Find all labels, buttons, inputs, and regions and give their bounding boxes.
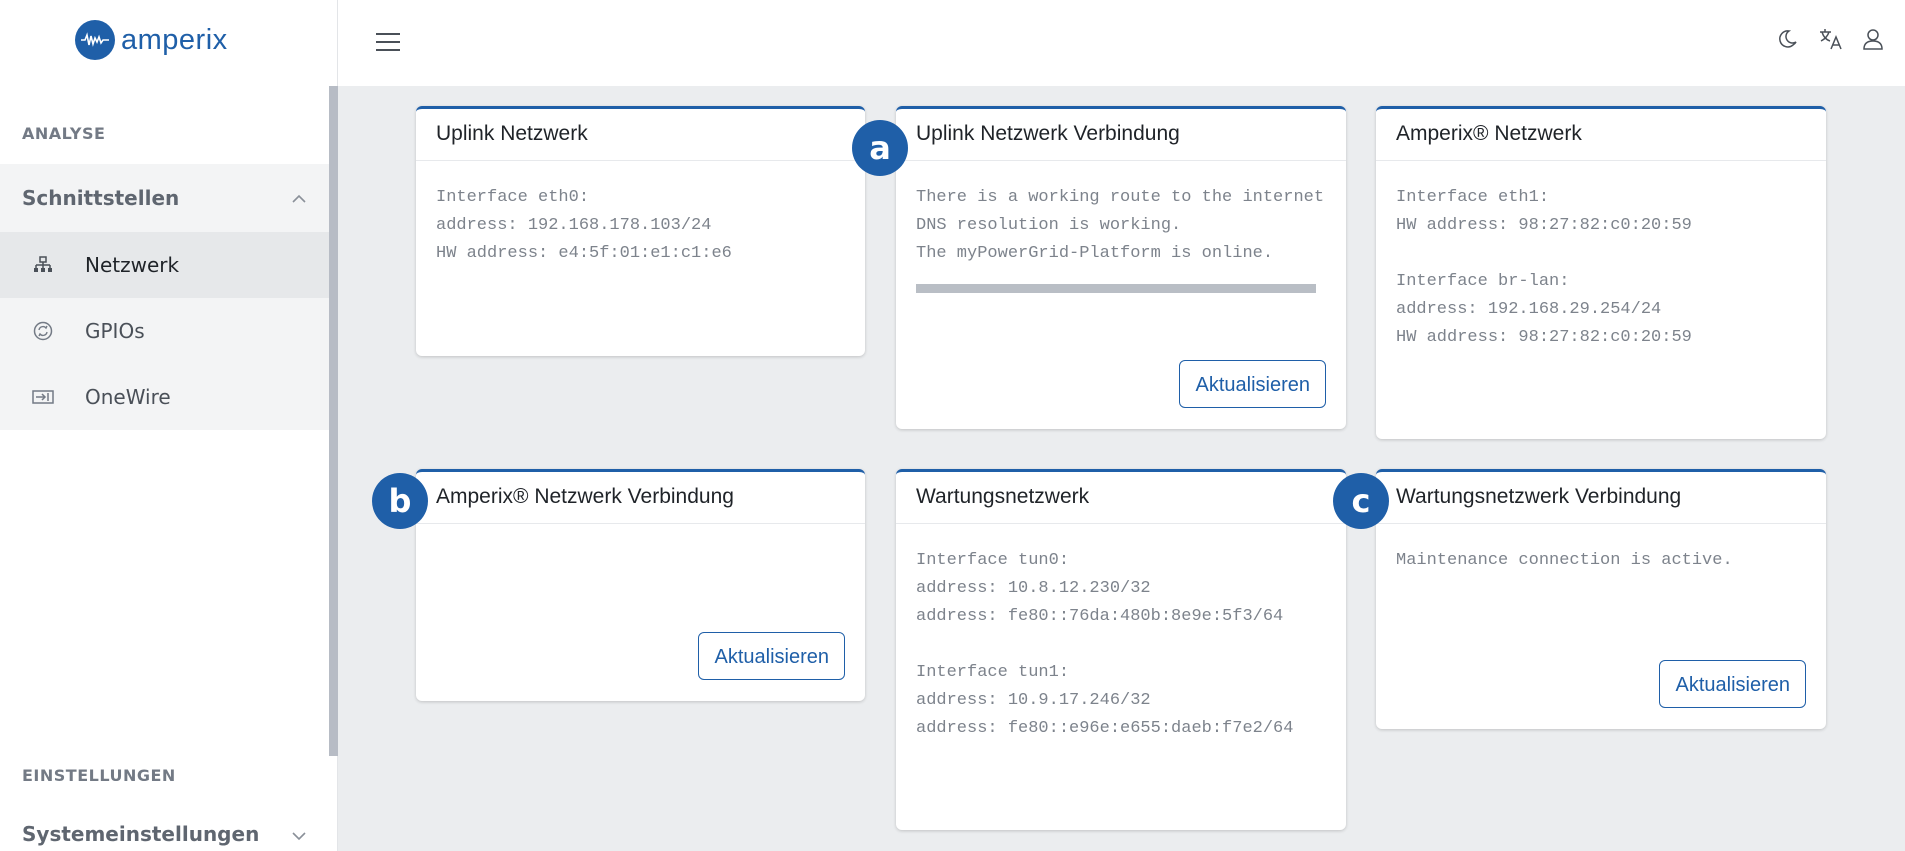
sidebar-group-label: Schnittstellen <box>22 186 180 210</box>
menu-toggle-icon[interactable] <box>376 30 400 54</box>
card-title: Wartungsnetzwerk Verbindung <box>1396 485 1682 508</box>
card-divider <box>416 523 865 524</box>
annotation-marker-a: a <box>852 120 908 176</box>
card-title: Uplink Netzwerk <box>436 122 588 145</box>
sidebar-item-netzwerk[interactable]: Netzwerk <box>0 232 329 298</box>
brand-logo[interactable]: amperix <box>75 20 228 60</box>
card-divider <box>896 523 1346 524</box>
card-body: Interface tun0: address: 10.8.12.230/32 … <box>916 551 1294 738</box>
sidebar-item-onewire[interactable]: OneWire <box>0 364 329 430</box>
sidebar-group-systemeinstellungen[interactable]: Systemeinstellungen <box>0 804 329 851</box>
gpio-icon <box>32 320 54 342</box>
card-divider <box>416 160 865 161</box>
sidebar-item-label: Netzwerk <box>85 253 180 277</box>
sidebar-item-label: GPIOs <box>85 319 145 343</box>
sidebar: amperix ANALYSE Schnittstellen Netzwerk … <box>0 0 338 851</box>
card-amperix-netzwerk: Amperix® Netzwerk Interface eth1: HW add… <box>1376 106 1826 439</box>
progress-bar <box>916 284 1316 293</box>
card-body: Interface eth0: address: 192.168.178.103… <box>436 188 732 263</box>
translate-icon[interactable] <box>1817 25 1845 53</box>
annotation-marker-c: c <box>1333 473 1389 529</box>
chevron-down-icon <box>291 826 307 845</box>
section-label-analyse: ANALYSE <box>22 124 106 143</box>
card-body: There is a working route to the internet… <box>916 188 1325 263</box>
card-amperix-netzwerk-verbindung: Amperix® Netzwerk Verbindung Aktualisier… <box>416 469 865 701</box>
card-divider <box>896 160 1346 161</box>
sidebar-item-label: OneWire <box>85 385 171 409</box>
top-bar <box>338 0 1905 86</box>
card-wartungsnetzwerk: Wartungsnetzwerk Interface tun0: address… <box>896 469 1346 830</box>
card-divider <box>1376 523 1826 524</box>
card-title: Amperix® Netzwerk Verbindung <box>436 485 734 508</box>
sidebar-group-label: Systemeinstellungen <box>22 822 260 846</box>
card-divider <box>1376 160 1826 161</box>
onewire-icon <box>32 386 54 408</box>
waveform-logo-icon <box>75 20 115 60</box>
section-label-einstellungen: EINSTELLUNGEN <box>22 766 176 785</box>
annotation-marker-b: b <box>372 473 428 529</box>
brand-name: amperix <box>121 23 228 56</box>
aktualisieren-button[interactable]: Aktualisieren <box>1659 660 1806 708</box>
sidebar-group-items: Netzwerk GPIOs OneWire <box>0 232 329 430</box>
card-body: Interface eth1: HW address: 98:27:82:c0:… <box>1396 188 1692 347</box>
card-title: Wartungsnetzwerk <box>916 485 1090 508</box>
card-title: Amperix® Netzwerk <box>1396 122 1582 145</box>
card-uplink-netzwerk-verbindung: Uplink Netzwerk Verbindung There is a wo… <box>896 106 1346 429</box>
chevron-up-icon <box>291 189 307 208</box>
aktualisieren-button[interactable]: Aktualisieren <box>698 632 845 680</box>
moon-icon[interactable] <box>1775 25 1803 53</box>
sidebar-item-gpios[interactable]: GPIOs <box>0 298 329 364</box>
sidebar-scrollbar[interactable] <box>329 86 338 756</box>
user-icon[interactable] <box>1859 25 1887 53</box>
card-title: Uplink Netzwerk Verbindung <box>916 122 1180 145</box>
network-icon <box>32 254 54 276</box>
card-wartungsnetzwerk-verbindung: Wartungsnetzwerk Verbindung Maintenance … <box>1376 469 1826 729</box>
card-body: Maintenance connection is active. <box>1396 551 1733 570</box>
card-uplink-netzwerk: Uplink Netzwerk Interface eth0: address:… <box>416 106 865 356</box>
aktualisieren-button[interactable]: Aktualisieren <box>1179 360 1326 408</box>
sidebar-group-schnittstellen[interactable]: Schnittstellen <box>0 164 329 232</box>
